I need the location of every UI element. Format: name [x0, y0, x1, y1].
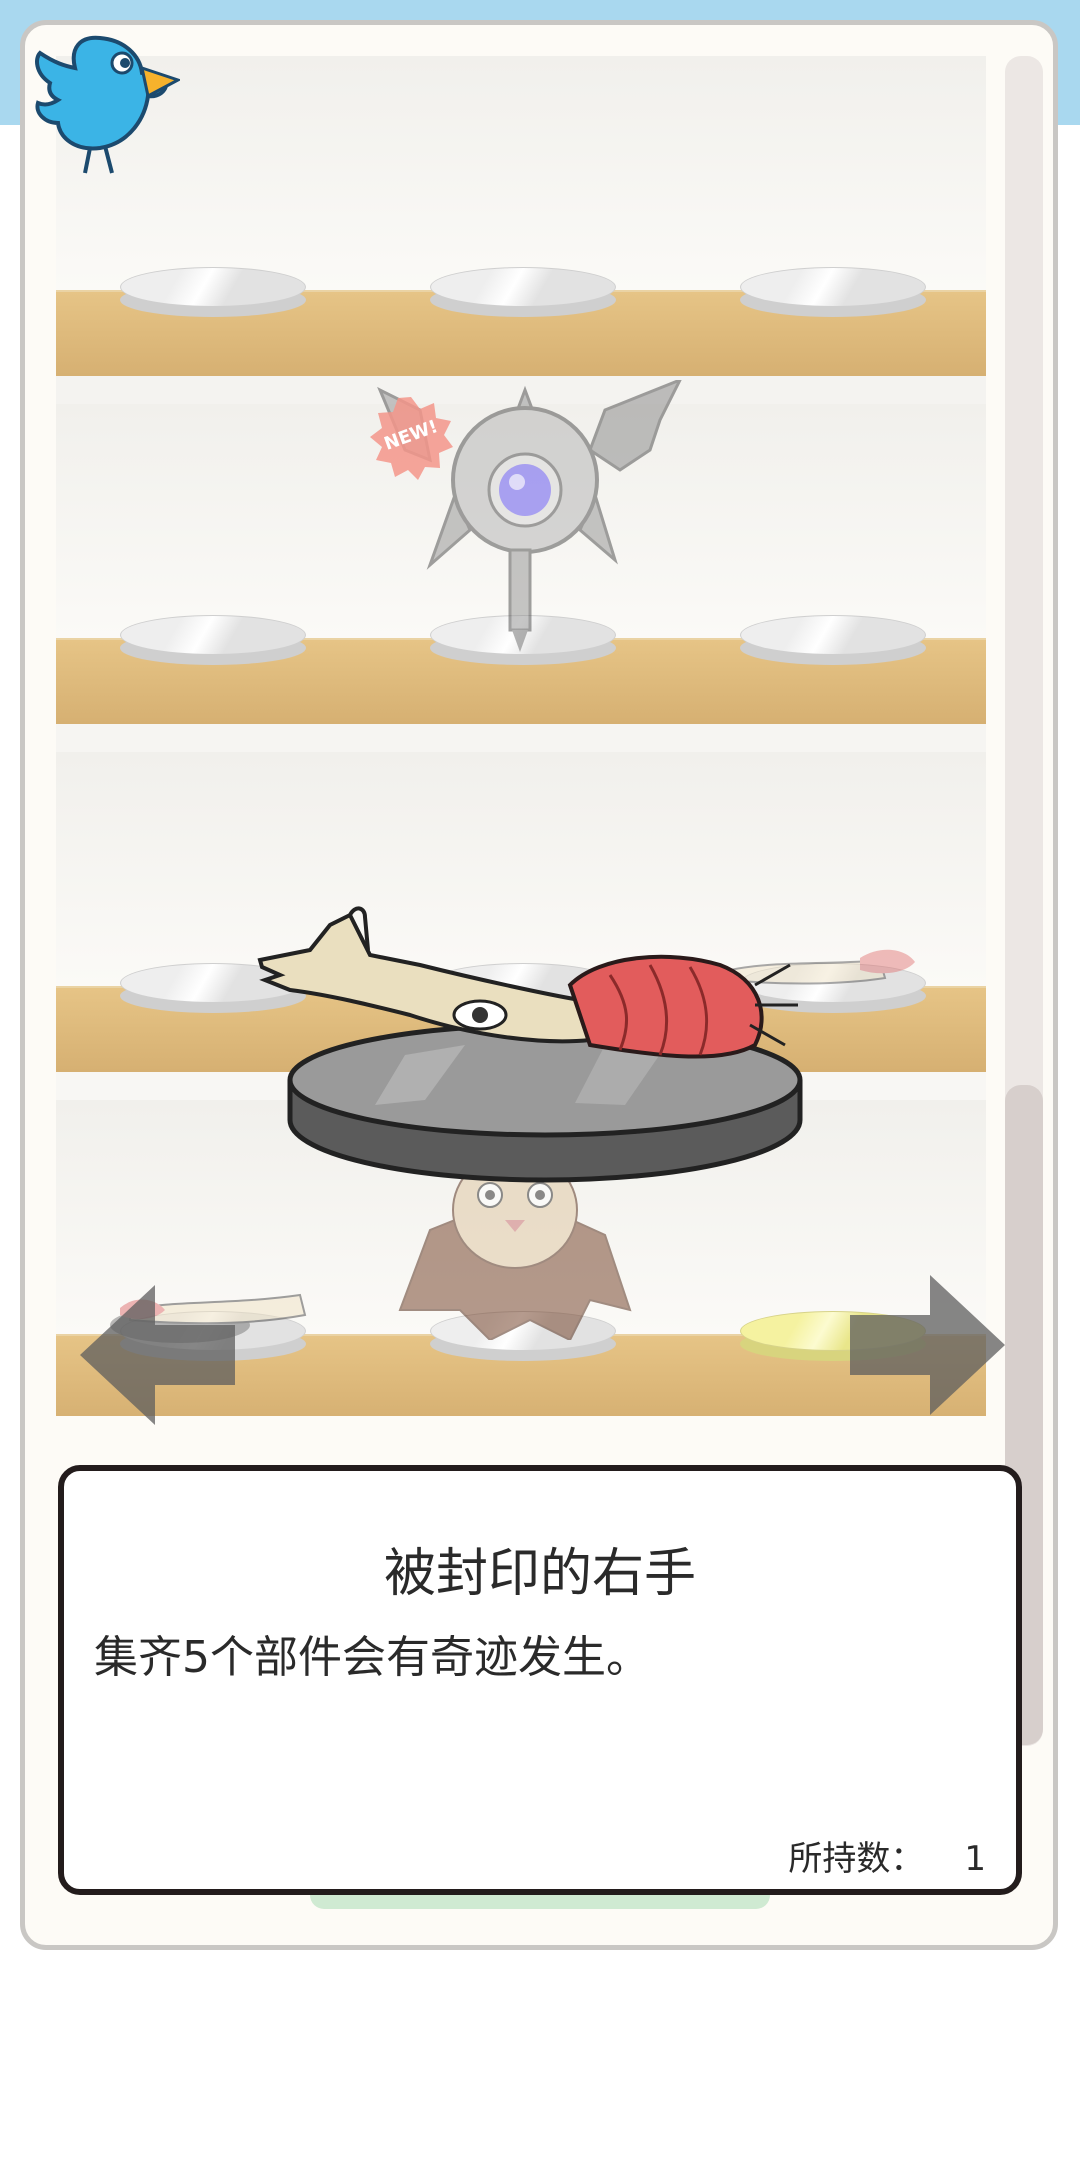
bird-icon[interactable] — [30, 28, 180, 178]
item-count: 所持数： 1 — [788, 1831, 986, 1880]
bottom-button-edge[interactable] — [310, 1895, 770, 1909]
item-count-label: 所持数： — [788, 1839, 925, 1879]
item-info-dialog: 被封印的右手 集齐5个部件会有奇迹发生。 所持数： 1 — [58, 1465, 1022, 1895]
display-plate[interactable] — [430, 267, 616, 317]
item-count-value: 1 — [964, 1839, 986, 1879]
new-badge: NEW! — [368, 395, 454, 481]
display-plate[interactable] — [120, 615, 306, 665]
arrow-left-icon[interactable] — [80, 1280, 240, 1430]
item-name: 被封印的右手 — [383, 1544, 696, 1604]
display-plate[interactable] — [740, 267, 926, 317]
display-plate[interactable] — [120, 267, 306, 317]
item-description: 集齐5个部件会有奇迹发生。 — [94, 1632, 650, 1683]
sealed-right-hand-item[interactable] — [250, 905, 810, 1075]
display-plate[interactable] — [740, 615, 926, 665]
shelf-row — [56, 56, 986, 404]
arrow-right-icon[interactable] — [845, 1270, 1005, 1420]
